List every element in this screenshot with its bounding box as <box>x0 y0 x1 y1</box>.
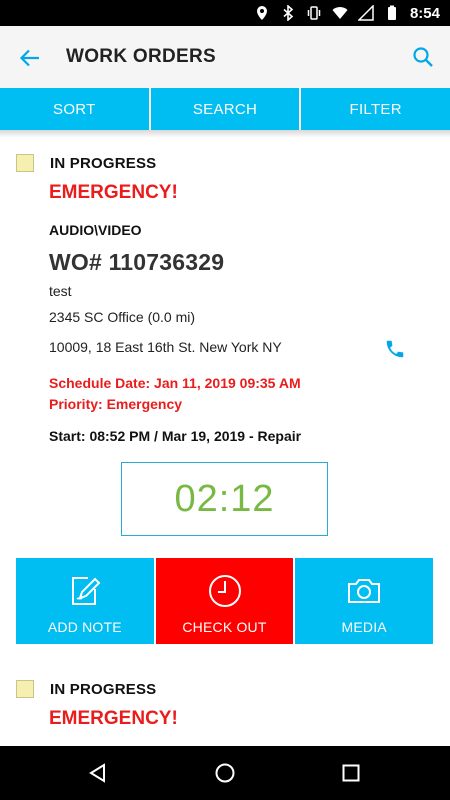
start-info: Start: 08:52 PM / Mar 19, 2019 - Repair <box>49 428 302 444</box>
tab-shadow <box>0 130 450 138</box>
office-location: 2345 SC Office (0.0 mi) <box>49 309 196 325</box>
media-button[interactable]: MEDIA <box>295 558 434 644</box>
address-text: 10009, 18 East 16th St. New York NY <box>49 339 282 355</box>
tab-search[interactable]: SEARCH <box>148 88 300 130</box>
phone-icon <box>386 340 404 358</box>
search-icon <box>413 47 433 67</box>
arrow-back-icon <box>19 49 39 67</box>
select-checkbox[interactable] <box>16 680 34 698</box>
check-out-label: CHECK OUT <box>182 619 267 635</box>
camera-icon <box>348 579 381 603</box>
category-label: AUDIO\VIDEO <box>49 222 142 238</box>
vibrate-icon <box>307 6 321 20</box>
status-label: IN PROGRESS <box>50 154 157 172</box>
add-note-button[interactable]: ADD NOTE <box>16 558 154 644</box>
status-row: IN PROGRESS <box>16 154 156 172</box>
schedule-date: Schedule Date: Jan 11, 2019 09:35 AM <box>49 375 301 391</box>
timer-box: 02:12 <box>121 462 328 536</box>
app-bar: WORK ORDERS <box>0 26 450 88</box>
bluetooth-icon <box>283 5 294 21</box>
emergency-label: EMERGENCY! <box>49 708 178 729</box>
elapsed-timer: 02:12 <box>174 477 275 520</box>
tab-sort[interactable]: SORT <box>0 88 149 130</box>
location-icon <box>256 6 267 20</box>
status-label: IN PROGRESS <box>50 680 157 698</box>
action-buttons: ADD NOTE CHECK OUT MEDIA <box>16 558 434 644</box>
call-button[interactable] <box>382 336 408 362</box>
add-note-icon <box>71 577 101 605</box>
triangle-back-icon <box>89 763 105 783</box>
status-bar: 8:54 <box>0 0 450 26</box>
nav-back-button[interactable] <box>84 759 112 787</box>
work-order-number: WO# 110736329 <box>49 249 225 275</box>
status-row: IN PROGRESS <box>16 680 156 698</box>
page-title: WORK ORDERS <box>66 46 217 67</box>
clock-icon <box>208 575 241 607</box>
tab-filter[interactable]: FILTER <box>299 88 450 130</box>
back-button[interactable] <box>14 42 46 74</box>
status-time: 8:54 <box>409 4 440 22</box>
signal-icon <box>357 5 374 21</box>
wifi-icon <box>332 7 348 19</box>
nav-recents-button[interactable] <box>337 759 365 787</box>
battery-icon <box>387 5 396 20</box>
circle-home-icon <box>215 763 235 783</box>
tab-row: SORT SEARCH FILTER <box>0 88 450 130</box>
nav-home-button[interactable] <box>211 759 239 787</box>
status-icons: 8:54 <box>254 0 440 26</box>
select-checkbox[interactable] <box>16 154 34 172</box>
emergency-label: EMERGENCY! <box>49 182 178 203</box>
add-note-label: ADD NOTE <box>47 619 122 635</box>
square-recents-icon <box>342 764 360 782</box>
work-order-description: test <box>49 283 72 299</box>
navigation-bar <box>0 746 450 800</box>
check-out-button[interactable]: CHECK OUT <box>155 558 294 644</box>
priority-label: Priority: Emergency <box>49 396 183 412</box>
search-button[interactable] <box>408 42 438 72</box>
media-label: MEDIA <box>341 619 387 635</box>
